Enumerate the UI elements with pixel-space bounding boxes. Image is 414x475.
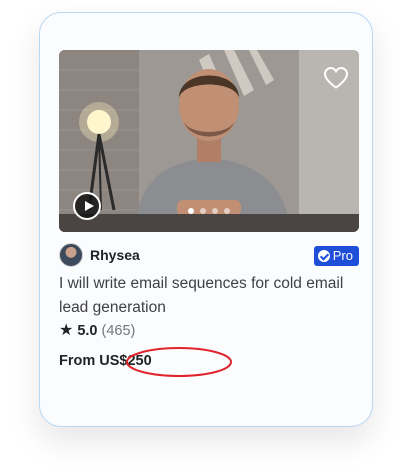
play-video-icon[interactable] <box>73 192 101 220</box>
check-badge-icon <box>317 250 330 262</box>
seller-avatar[interactable] <box>59 243 83 267</box>
star-icon: ★ <box>59 322 74 339</box>
carousel-dot-3[interactable] <box>212 208 218 214</box>
pro-badge-label: Pro <box>332 248 353 263</box>
rating-row: ★ 5.0 (465) <box>59 322 136 340</box>
price-amount: US$250 <box>99 353 152 369</box>
carousel-dot-1[interactable] <box>188 208 194 214</box>
carousel-dot-2[interactable] <box>200 208 206 214</box>
rating-score: 5.0 <box>77 323 98 339</box>
seller-row: Rhysea Pro <box>59 243 359 269</box>
gig-card[interactable]: Rhysea Pro I will write email sequences … <box>39 12 373 427</box>
gig-media-carousel[interactable] <box>59 50 359 232</box>
carousel-dot-4[interactable] <box>224 208 230 214</box>
pro-badge: Pro <box>313 246 359 266</box>
review-count: (465) <box>101 323 136 339</box>
favorite-heart-icon[interactable] <box>323 66 349 90</box>
gig-title-link[interactable]: I will write email sequences for cold em… <box>59 272 355 320</box>
carousel-dots <box>188 208 230 214</box>
price[interactable]: From US$250 <box>59 353 152 369</box>
price-prefix: From <box>59 353 96 369</box>
gig-thumbnail-image <box>59 50 359 232</box>
seller-name[interactable]: Rhysea <box>90 247 140 263</box>
